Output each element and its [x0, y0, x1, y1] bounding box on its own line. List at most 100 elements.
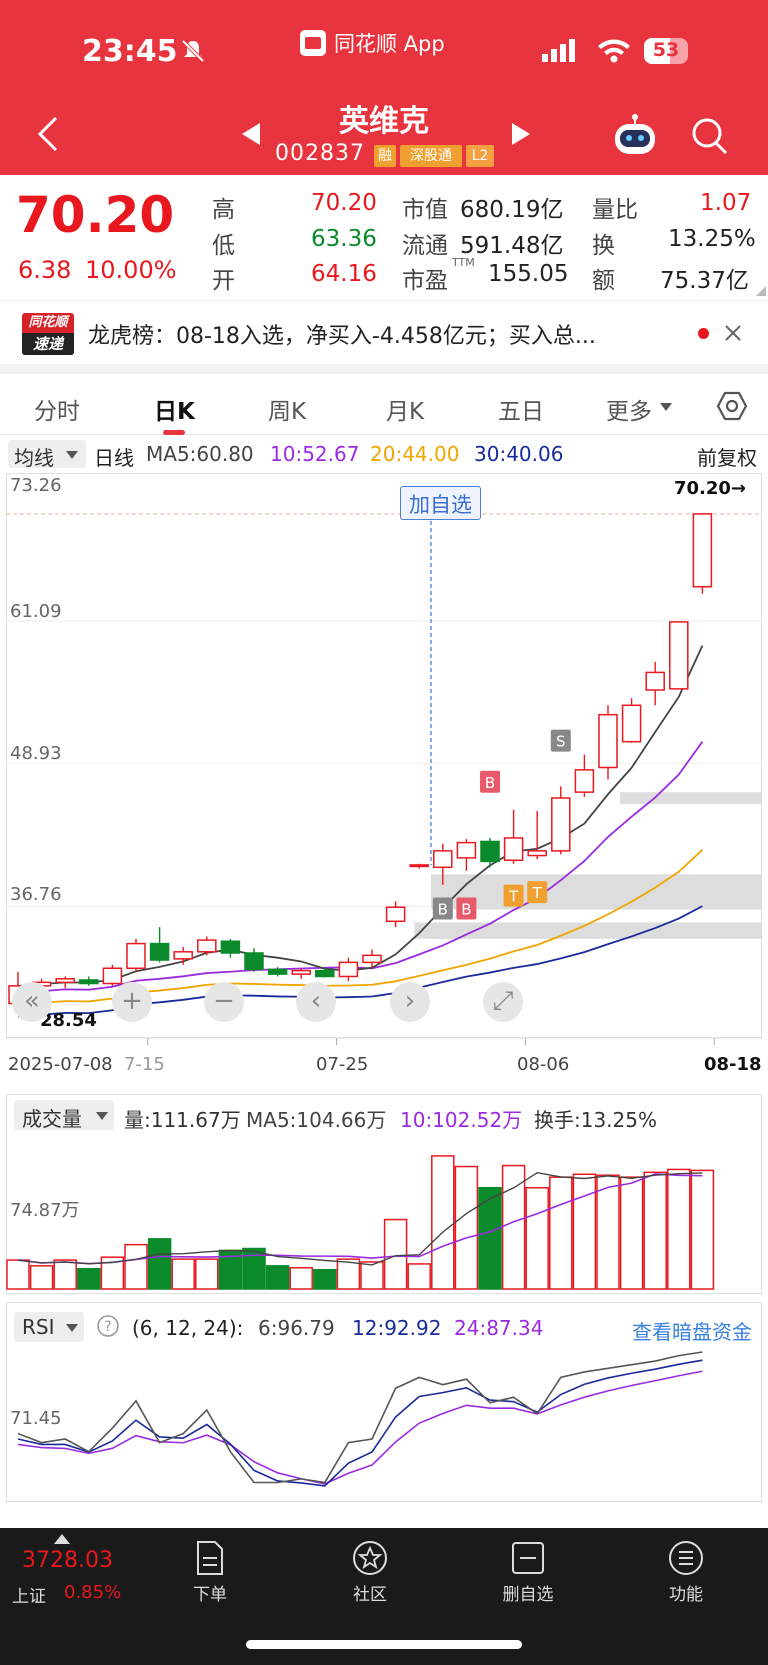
kline-period: 日线: [94, 446, 134, 470]
bottom-bar: 3728.03 上证 0.85% 下单 社区 删自选 功能: [0, 1528, 768, 1665]
tab-active-indicator: [163, 430, 185, 435]
x-label-08-18: 08-18: [704, 1054, 762, 1075]
rsi6-line: [17, 1351, 703, 1484]
pe-ttm-sup: TTM: [452, 256, 475, 269]
scroll-left-icon[interactable]: ‹: [296, 982, 336, 1022]
fullscreen-icon[interactable]: ⤢: [483, 982, 523, 1022]
mcap-value: 680.19亿: [460, 197, 564, 223]
nav-community[interactable]: 社区: [320, 1540, 420, 1605]
volume-bar: [431, 1155, 455, 1290]
amount-label: 额: [592, 268, 615, 294]
ma20-legend: 20:44.00: [370, 442, 460, 466]
next-stock-icon[interactable]: [510, 121, 532, 147]
chevron-down-icon: [66, 451, 78, 459]
low-value: 63.36: [311, 226, 377, 252]
volume-bar: [265, 1265, 290, 1290]
kline-chart[interactable]: B BBST T: [0, 473, 768, 1073]
ma30-legend: 30:40.06: [474, 442, 564, 466]
trade-marker-label: B: [485, 774, 495, 792]
news-ticker[interactable]: 同花顺 速递 龙虎榜：08-18入选，净买入-4.458亿元；买入总...: [0, 300, 768, 364]
candle-body: [433, 850, 453, 869]
stock-code: 002837: [275, 141, 365, 166]
battery-level: 53: [652, 39, 680, 61]
candle-body: [503, 837, 524, 861]
volume-bar: [289, 1267, 313, 1290]
candle-body: [574, 769, 595, 793]
volume-bar: [313, 1268, 337, 1290]
nav-functions[interactable]: 功能: [636, 1540, 736, 1605]
zoom-in-icon[interactable]: +: [112, 982, 152, 1022]
tab-five-day[interactable]: 五日: [498, 392, 544, 426]
tab-monthly-k[interactable]: 月K: [386, 392, 424, 426]
volume-bar: [619, 1176, 644, 1290]
volume-bar: [360, 1261, 384, 1290]
status-time: 23:45: [82, 34, 178, 69]
volume-ratio-label: 量比: [592, 197, 638, 223]
adjust-mode[interactable]: 前复权: [697, 442, 757, 471]
expand-corner-icon[interactable]: [756, 286, 766, 296]
robot-assistant-icon[interactable]: [612, 113, 658, 157]
settings-hex-icon[interactable]: [716, 390, 748, 422]
scroll-right-icon[interactable]: ›: [390, 982, 430, 1022]
volume-bar: [454, 1165, 479, 1290]
y-label-top: 73.26: [10, 475, 62, 496]
menu-circle-icon: [669, 1541, 703, 1575]
x-label-08-06: 08-06: [517, 1054, 570, 1075]
rewind-icon[interactable]: «: [12, 982, 52, 1022]
candle-body: [409, 864, 429, 868]
candle-body: [527, 850, 547, 857]
float-value: 591.48亿: [460, 233, 564, 259]
nav-community-label: 社区: [353, 1585, 387, 1605]
zoom-out-icon[interactable]: −: [204, 982, 244, 1022]
period-tabs: 分时 日K 周K 月K 五日 更多: [0, 373, 768, 435]
tab-daily-k[interactable]: 日K: [154, 392, 195, 426]
news-badge: 同花顺 速递: [22, 313, 74, 355]
candle-body: [480, 840, 500, 863]
candle-body: [149, 942, 170, 961]
candle-body: [669, 621, 689, 690]
float-label: 流通: [402, 233, 448, 259]
volume-bar: [77, 1268, 101, 1290]
nav-order[interactable]: 下单: [160, 1540, 260, 1605]
volume-bar: [53, 1259, 77, 1290]
top-header: 23:45 同花顺 App 53 英维克 002837 融 深股通 L2: [0, 0, 768, 175]
add-watchlist-button[interactable]: 加自选: [400, 486, 481, 520]
volume-chart[interactable]: [0, 1094, 768, 1294]
candle-body: [385, 906, 406, 923]
trade-marker-label: T: [508, 888, 519, 906]
candle-body: [692, 513, 713, 588]
pe-value: 155.05: [488, 261, 569, 287]
candle-body: [598, 713, 618, 769]
rsi-chart[interactable]: [0, 1302, 768, 1502]
rsi24-line: [17, 1370, 703, 1485]
news-text[interactable]: 龙虎榜：08-18入选，净买入-4.458亿元；买入总...: [88, 318, 668, 350]
app-name: 同花顺 App: [334, 32, 445, 56]
ma10-legend: 10:52.67: [270, 442, 360, 466]
volume-bar: [690, 1169, 715, 1290]
home-indicator: [246, 1640, 522, 1649]
tab-minute[interactable]: 分时: [34, 392, 80, 426]
more-dropdown-icon[interactable]: [660, 403, 672, 411]
price-change: 6.38: [18, 256, 72, 284]
community-star-icon: [353, 1541, 387, 1575]
nav-remove-watch[interactable]: 删自选: [478, 1540, 578, 1605]
candle-body: [55, 978, 75, 984]
candle-body: [173, 951, 193, 960]
unread-dot: [698, 328, 709, 339]
y-label-3: 48.93: [10, 743, 62, 764]
volume-bar: [667, 1168, 691, 1290]
candle-body: [79, 979, 99, 985]
rsi-y-label: 71.45: [10, 1408, 62, 1429]
close-icon[interactable]: [724, 324, 742, 342]
tab-more[interactable]: 更多: [606, 392, 652, 426]
index-name: 上证: [12, 1587, 46, 1607]
index-value[interactable]: 3728.03: [22, 1548, 113, 1573]
search-icon[interactable]: [690, 116, 730, 156]
tab-weekly-k[interactable]: 周K: [268, 392, 306, 426]
tag-connect: 深股通: [400, 145, 462, 167]
up-arrow-icon: [54, 1534, 70, 1544]
ma-selector[interactable]: 均线: [8, 440, 86, 470]
app-logo-icon: [300, 30, 326, 56]
nav-order-label: 下单: [193, 1585, 227, 1605]
candle-body: [456, 841, 477, 859]
